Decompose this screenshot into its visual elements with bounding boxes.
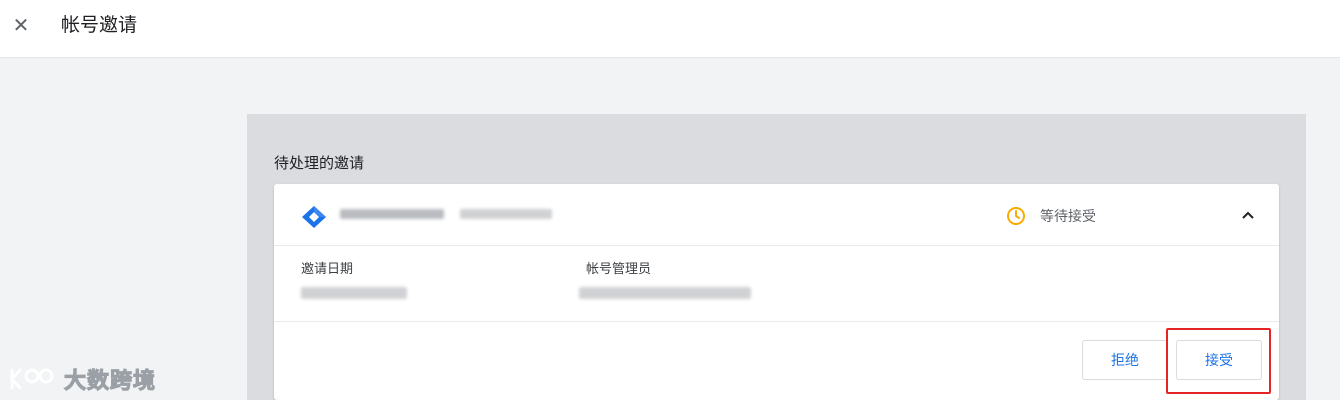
account-name-redacted [340, 209, 444, 219]
gtm-diamond-icon [302, 206, 326, 228]
account-admin-label: 帐号管理员 [586, 261, 652, 276]
status-text: 等待接受 [1040, 208, 1096, 224]
invite-date-label: 邀请日期 [301, 261, 354, 276]
reject-button[interactable]: 拒绝 [1082, 340, 1168, 380]
invitation-details: 邀请日期 帐号管理员 [274, 246, 1279, 322]
close-icon[interactable]: ✕ [10, 13, 32, 39]
invitation-card: 等待接受 邀请日期 帐号管理员 拒绝 接受 [274, 184, 1279, 400]
status-indicator: 等待接受 [1006, 205, 1096, 227]
invitation-card-header[interactable]: 等待接受 [274, 184, 1279, 246]
top-bar: ✕ 帐号邀请 [0, 0, 1340, 58]
page-title: 帐号邀请 [61, 15, 138, 36]
watermark-logo-icon [10, 368, 54, 390]
clock-icon [1007, 207, 1025, 225]
pending-invitations-panel: 待处理的邀请 等待接受 邀请日期 帐号管理员 拒绝 接受 [247, 114, 1306, 400]
accept-button[interactable]: 接受 [1176, 340, 1262, 380]
watermark: 大数跨境 [8, 364, 156, 394]
account-admin-redacted [579, 287, 751, 299]
chevron-up-icon[interactable] [1238, 205, 1258, 225]
invite-date-redacted [301, 287, 407, 299]
account-id-redacted [460, 209, 552, 219]
section-title: 待处理的邀请 [274, 155, 365, 172]
invitation-actions: 拒绝 接受 [274, 322, 1279, 400]
watermark-text: 大数跨境 [63, 368, 157, 394]
